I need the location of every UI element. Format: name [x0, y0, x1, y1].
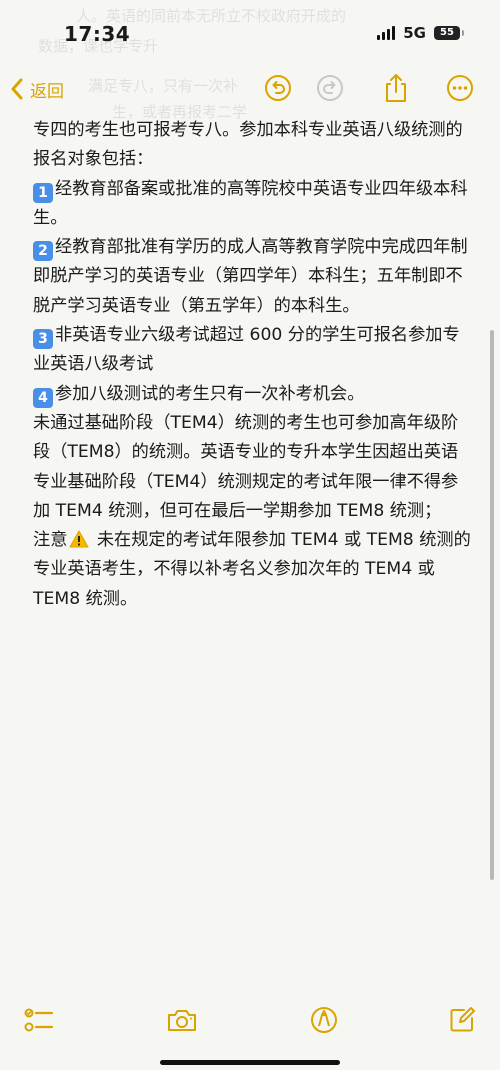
camera-button[interactable]	[166, 1004, 198, 1036]
list-item-1: 1 经教育部备案或批准的高等院校中英语专业四年级本科生。	[33, 175, 473, 234]
list-item-3-text: 非英语专业六级考试超过 600 分的学生可报名参加专业英语八级考试	[33, 325, 460, 375]
note-warning-paragraph: 注意 未在规定的考试年限参加 TEM4 或 TEM8 统测的专业英语考生，不得以…	[33, 526, 473, 614]
redo-button[interactable]	[314, 72, 346, 104]
battery-icon: 55	[434, 26, 464, 40]
warning-icon	[69, 530, 89, 548]
list-item-2-text: 经教育部批准有学历的成人高等教育学院中完成四年制即脱产学习的英语专业（第四学年）…	[33, 237, 468, 316]
warning-label: 注意	[33, 530, 68, 551]
compose-button[interactable]	[446, 1004, 478, 1036]
note-header: 返回	[0, 66, 500, 112]
undo-button[interactable]	[262, 72, 294, 104]
checklist-button[interactable]	[24, 1004, 56, 1036]
status-indicators: 5G 55	[377, 24, 464, 42]
note-paragraph-tem: 未通过基础阶段（TEM4）统测的考生也可参加高年级阶段（TEM8）的统测。英语专…	[33, 412, 459, 521]
back-label: 返回	[30, 81, 64, 102]
home-indicator[interactable]	[160, 1060, 340, 1065]
network-label: 5G	[403, 24, 426, 42]
list-item-4: 4 参加八级测试的考生只有一次补考机会。	[33, 380, 473, 409]
compose-icon	[450, 1007, 475, 1032]
redo-icon	[317, 75, 343, 101]
markup-icon	[311, 1007, 337, 1033]
number-3-badge: 3	[33, 329, 53, 350]
note-body[interactable]: 专四的考生也可报考专八。参加本科专业英语八级统测的报名对象包括： 1 经教育部备案…	[33, 116, 473, 614]
share-button[interactable]	[380, 72, 412, 104]
checklist-icon	[24, 1008, 54, 1032]
chevron-left-icon	[11, 78, 23, 100]
status-bar: 17:34 5G 55	[0, 0, 500, 60]
list-item-4-text: 参加八级测试的考生只有一次补考机会。	[55, 383, 365, 404]
number-4-badge: 4	[33, 387, 53, 408]
number-2-badge: 2	[33, 241, 53, 262]
status-time: 17:34	[64, 22, 131, 46]
undo-icon	[265, 75, 291, 101]
list-item-1-text: 经教育部备案或批准的高等院校中英语专业四年级本科生。	[33, 178, 468, 228]
list-item-3: 3 非英语专业六级考试超过 600 分的学生可报名参加专业英语八级考试	[33, 321, 473, 380]
number-1-badge: 1	[33, 182, 53, 203]
warning-text: 未在规定的考试年限参加 TEM4 或 TEM8 统测的专业英语考生，不得以补考名…	[33, 530, 471, 609]
list-item-2: 2 经教育部批准有学历的成人高等教育学院中完成四年制即脱产学习的英语专业（第四学年…	[33, 233, 473, 321]
scrollbar[interactable]	[490, 330, 494, 880]
markup-button[interactable]	[308, 1004, 340, 1036]
more-icon	[447, 75, 473, 101]
signal-icon	[377, 26, 396, 40]
back-button[interactable]: 返回	[10, 72, 64, 106]
bottom-toolbar	[0, 998, 500, 1042]
share-icon	[386, 74, 406, 102]
more-button[interactable]	[444, 72, 476, 104]
camera-icon	[168, 1010, 196, 1031]
note-paragraph-intro: 专四的考生也可报考专八。参加本科专业英语八级统测的报名对象包括：	[33, 120, 463, 170]
